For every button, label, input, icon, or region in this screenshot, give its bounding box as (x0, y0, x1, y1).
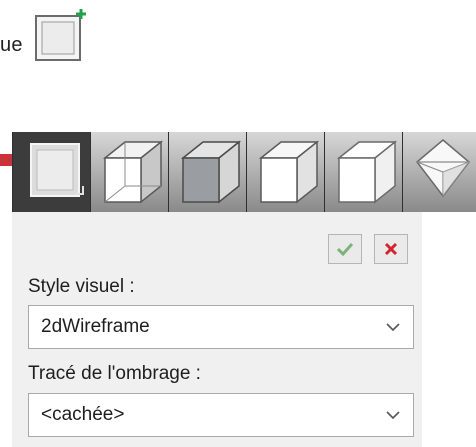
2d-wireframe-icon (30, 143, 84, 197)
visual-style-toolbar (12, 132, 476, 212)
wireframe-cube-icon (102, 140, 164, 204)
intro-text-fragment: ue (0, 34, 23, 56)
shadow-value: <cachée> (41, 404, 125, 425)
conceptual-cube-icon (336, 140, 398, 204)
close-icon (384, 242, 398, 256)
shadow-select[interactable]: <cachée> (28, 393, 414, 437)
realistic-cube-icon (415, 139, 471, 198)
tool-2d-wireframe[interactable] (12, 132, 90, 212)
tool-shaded[interactable] (168, 132, 246, 212)
visual-style-select[interactable]: 2dWireframe (28, 305, 414, 349)
chevron-down-icon (386, 323, 400, 332)
visual-style-label: Style visuel : (28, 276, 135, 297)
tool-hidden[interactable] (246, 132, 324, 212)
tool-conceptual[interactable] (324, 132, 402, 212)
chevron-down-icon (386, 411, 400, 420)
tool-wireframe[interactable] (90, 132, 168, 212)
confirm-button[interactable] (328, 234, 362, 264)
check-icon (336, 242, 354, 257)
visual-style-panel: Style visuel : 2dWireframe Tracé de l'om… (12, 212, 422, 447)
add-viewport-icon (35, 9, 86, 61)
visual-style-value: 2dWireframe (41, 316, 150, 337)
shadow-label: Tracé de l'ombrage : (28, 363, 201, 384)
cancel-button[interactable] (374, 234, 408, 264)
hidden-cube-icon (258, 140, 320, 204)
tool-realistic[interactable] (402, 132, 476, 212)
shaded-cube-icon (180, 140, 242, 204)
